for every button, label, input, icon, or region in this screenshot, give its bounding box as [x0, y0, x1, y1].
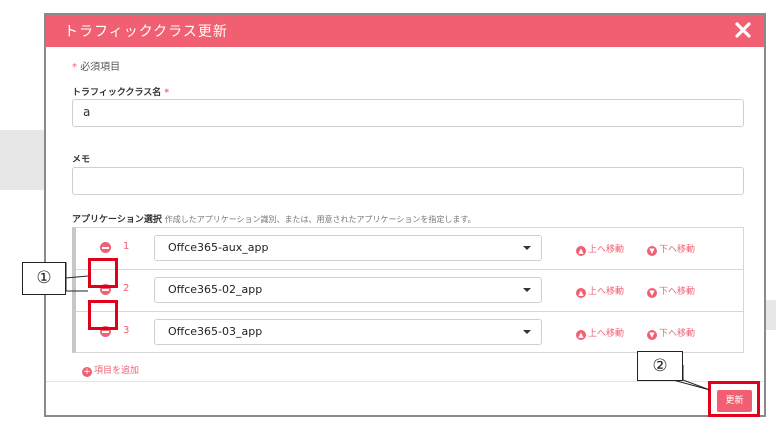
arrow-up-circle-icon: ▲ — [576, 288, 586, 298]
highlight-remove-row-2 — [88, 258, 118, 288]
background-strip — [0, 130, 44, 190]
caret-down-icon — [523, 246, 531, 250]
caret-down-icon — [523, 288, 531, 292]
callout-one: ① — [22, 262, 66, 295]
application-hint: 作成したアプリケーション識別、または、用意されたアプリケーションを指定します。 — [164, 215, 476, 224]
move-down-button[interactable]: ▼ 下へ移動 — [647, 242, 695, 256]
footer-divider — [46, 381, 764, 382]
traffic-class-name-input[interactable]: a — [72, 99, 744, 127]
memo-input[interactable] — [72, 167, 744, 195]
row-number: 2 — [123, 283, 130, 294]
required-note: * 必須項目 — [72, 62, 121, 73]
move-down-button[interactable]: ▼ 下へ移動 — [647, 326, 695, 340]
arrow-up-circle-icon: ▲ — [576, 246, 586, 256]
row-number: 3 — [123, 325, 130, 336]
dialog-header: トラフィッククラス更新 — [46, 15, 764, 47]
move-up-button[interactable]: ▲ 上へ移動 — [576, 326, 624, 340]
row-number: 1 — [123, 241, 130, 252]
highlight-remove-row-3 — [88, 300, 118, 330]
application-row: 2 Offce365-02_app ▲ 上へ移動 ▼ 下へ移動 — [76, 270, 744, 312]
callout-two: ② — [637, 351, 683, 381]
plus-circle-icon: + — [82, 367, 92, 377]
arrow-down-circle-icon: ▼ — [647, 246, 657, 256]
application-select[interactable]: Offce365-aux_app — [154, 235, 542, 261]
application-row: 3 Offce365-03_app ▲ 上へ移動 ▼ 下へ移動 — [76, 312, 744, 354]
move-up-button[interactable]: ▲ 上へ移動 — [576, 284, 624, 298]
traffic-class-name-label: トラフィッククラス名 * — [72, 88, 170, 98]
application-select-label: アプリケーション選択 作成したアプリケーション識別、または、用意されたアプリケー… — [72, 215, 476, 225]
arrow-down-circle-icon: ▼ — [647, 330, 657, 340]
move-down-button[interactable]: ▼ 下へ移動 — [647, 284, 695, 298]
minus-circle-icon[interactable] — [100, 242, 111, 253]
add-item-button[interactable]: + 項目を追加 — [82, 363, 139, 377]
application-select[interactable]: Offce365-02_app — [154, 277, 542, 303]
close-icon[interactable] — [734, 21, 752, 39]
application-select[interactable]: Offce365-03_app — [154, 319, 542, 345]
background-strip — [766, 300, 776, 330]
highlight-update-button — [708, 381, 760, 417]
application-row: 1 Offce365-aux_app ▲ 上へ移動 ▼ 下へ移動 — [76, 228, 744, 270]
application-list: 1 Offce365-aux_app ▲ 上へ移動 ▼ 下へ移動 2 Offce36… — [72, 227, 744, 353]
arrow-up-circle-icon: ▲ — [576, 330, 586, 340]
memo-label: メモ — [72, 155, 91, 165]
move-up-button[interactable]: ▲ 上へ移動 — [576, 242, 624, 256]
arrow-down-circle-icon: ▼ — [647, 288, 657, 298]
dialog-title: トラフィッククラス更新 — [64, 24, 228, 40]
caret-down-icon — [523, 330, 531, 334]
